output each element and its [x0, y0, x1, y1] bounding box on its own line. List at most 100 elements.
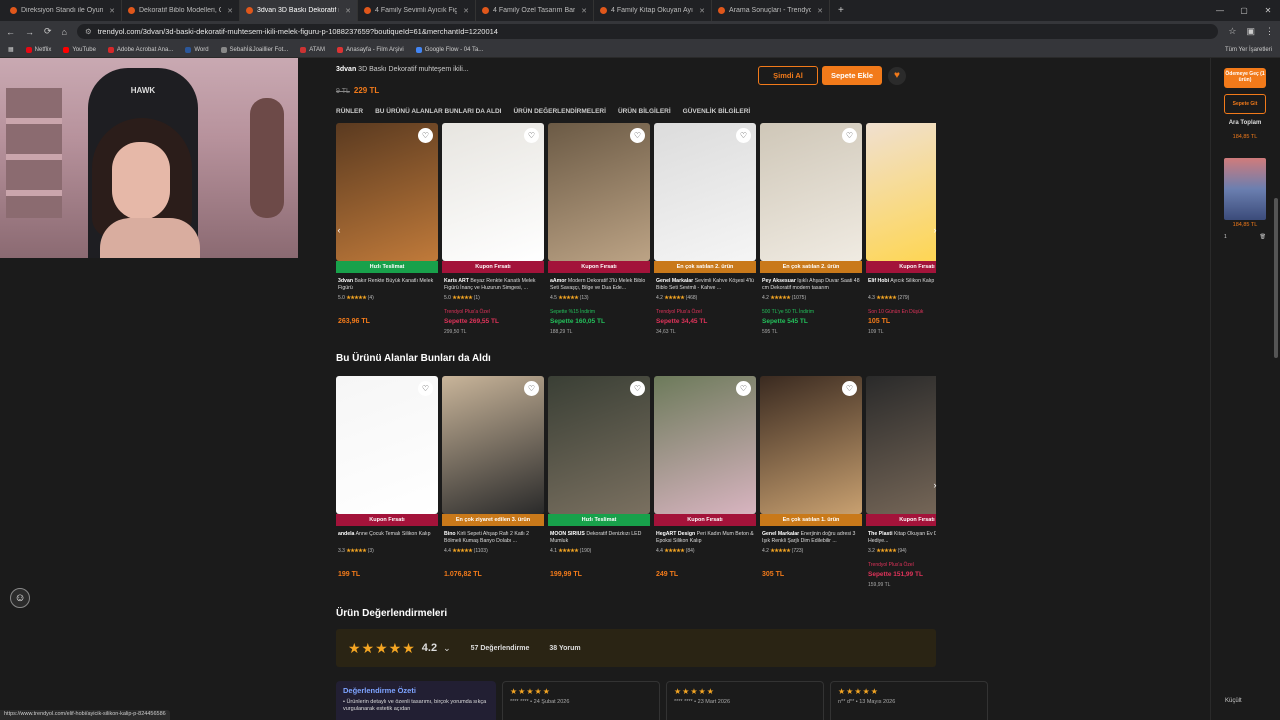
favorite-heart-icon[interactable]: ♡ — [842, 381, 857, 396]
browser-tab[interactable]: 4 Family Sevimli Ayıcık Figürü ✕ — [358, 0, 476, 21]
product-card[interactable]: ♡ Kupon Fırsatı andela Anne Çocuk Temalı S… — [336, 376, 438, 590]
tab-close-icon[interactable]: ✕ — [345, 7, 351, 15]
close-window-icon[interactable]: ✕ — [1256, 0, 1280, 21]
product-card[interactable]: ♡ Kupon Fırsatı HegART Design Peri Kadın M… — [654, 376, 756, 590]
product-image[interactable] — [866, 376, 936, 514]
forward-icon[interactable]: → — [25, 27, 34, 37]
review-card[interactable]: ★★★★★ n** d** • 13 Mayıs 2026 — [830, 681, 988, 720]
new-tab-icon[interactable]: + — [830, 5, 852, 16]
bookmark-item[interactable]: YouTube — [63, 46, 96, 53]
all-bookmarks[interactable]: Tüm Yer İşaretleri — [1225, 47, 1272, 53]
product-card[interactable]: ♡ En çok satılan 2. ürün Pey Aksesuar Işık… — [760, 123, 862, 337]
reload-icon[interactable]: ⟳ — [44, 26, 52, 37]
carousel-prev-icon[interactable]: ‹ — [332, 223, 346, 237]
product-image[interactable] — [760, 123, 862, 261]
product-card[interactable]: ♡ Hızlı Teslimat MOON SIRIUS Dekoratif Den… — [548, 376, 650, 590]
product-subtab[interactable]: RÜNLER — [336, 108, 363, 115]
product-image[interactable] — [336, 123, 438, 261]
browser-tab[interactable]: Dekoratif Biblo Modelleri, Ofis ✕ — [122, 0, 240, 21]
product-image[interactable] — [548, 376, 650, 514]
tab-close-icon[interactable]: ✕ — [109, 7, 115, 15]
tab-close-icon[interactable]: ✕ — [227, 7, 233, 15]
review-card[interactable]: ★★★★★ **** **** • 23 Mart 2026 — [666, 681, 824, 720]
browser-tab[interactable]: 4 Family Özel Tasarım Barista A ✕ — [476, 0, 594, 21]
product-subtab[interactable]: ÜRÜN DEĞERLENDİRMELERİ — [513, 108, 605, 115]
bookmark-star-icon[interactable]: ☆ — [1228, 26, 1236, 37]
bookmark-item[interactable]: Google Flow - 04 Ta... — [415, 46, 483, 53]
accessibility-icon[interactable]: ☺ — [10, 588, 30, 608]
tab-close-icon[interactable]: ✕ — [699, 7, 705, 15]
go-to-cart-button[interactable]: Sepete Git — [1224, 94, 1266, 114]
favorite-heart-icon[interactable]: ♡ — [736, 128, 751, 143]
product-subtab[interactable]: ÜRÜN BİLGİLERİ — [618, 108, 671, 115]
carousel2-next-icon[interactable]: › — [928, 478, 942, 492]
bookmark-item[interactable]: Word — [185, 46, 209, 53]
favorite-heart-icon[interactable]: ♥ — [888, 67, 906, 85]
product-image[interactable] — [654, 376, 756, 514]
bookmark-item[interactable]: Sebahİ&Joaillier Fot... — [220, 46, 288, 53]
product-card[interactable]: ♡Kupon FırsatıElif Hobi Ayıcık Silikon K… — [866, 123, 936, 337]
quantity-stepper[interactable]: 1 🗑 — [1224, 234, 1266, 244]
extensions-icon[interactable]: ▣ — [1246, 26, 1255, 37]
product-card[interactable]: ♡ Hızlı Teslimat 3dvan Bakır Renkte Büyük … — [336, 123, 438, 337]
product-image[interactable] — [654, 123, 756, 261]
menu-icon[interactable]: ⋮ — [1265, 26, 1274, 37]
apps-icon[interactable]: ▦ — [8, 46, 14, 53]
chevron-down-icon[interactable]: ⌄ — [443, 643, 451, 654]
product-subtab[interactable]: BU ÜRÜNÜ ALANLAR BUNLARI DA ALDI — [375, 108, 501, 115]
trash-icon[interactable]: 🗑 — [1260, 234, 1266, 244]
product-image[interactable] — [442, 123, 544, 261]
site-info-icon[interactable]: ⚙ — [85, 27, 92, 36]
bookmark-item[interactable]: Anasayfa - Film Arşivi — [337, 46, 404, 53]
cart-item-thumbnail[interactable] — [1224, 158, 1266, 220]
product-image[interactable] — [760, 376, 862, 514]
bookmark-item[interactable]: ATAM — [300, 46, 325, 53]
product-image[interactable] — [548, 123, 650, 261]
go-to-payment-button[interactable]: Ödemeye Geç (1 ürün) — [1224, 68, 1266, 88]
favorite-heart-icon[interactable]: ♡ — [842, 128, 857, 143]
product-card[interactable]: ♡ En çok satılan 2. ürün Genel Markalar Se… — [654, 123, 756, 337]
buy-now-button[interactable]: Şimdi Al — [758, 66, 818, 85]
favorite-heart-icon[interactable]: ♡ — [524, 128, 539, 143]
review-card[interactable]: ★★★★★ **** **** • 24 Şubat 2026 — [502, 681, 660, 720]
back-icon[interactable]: ← — [6, 27, 15, 37]
product-name: andela Anne Çocuk Temalı Silikon Kalıp — [338, 531, 436, 545]
favorite-heart-icon[interactable]: ♡ — [736, 381, 751, 396]
product-subtab[interactable]: GÜVENLİK BİLGİLERİ — [683, 108, 751, 115]
page-scrollbar[interactable] — [1272, 58, 1280, 720]
bookmark-item[interactable]: Netflix — [25, 46, 51, 53]
favorite-heart-icon[interactable]: ♡ — [524, 381, 539, 396]
tab-close-icon[interactable]: ✕ — [817, 7, 823, 15]
product-card[interactable]: ♡Kupon FırsatıThe Plasti Kitap Okuyan Ev… — [866, 376, 936, 590]
product-card[interactable]: ♡ En çok ziyaret edilen 3. ürün Bino Kirli… — [442, 376, 544, 590]
scrollbar-thumb[interactable] — [1274, 198, 1278, 358]
address-bar-row: ← → ⟳ ⌂ ⚙ trendyol.com/3dvan/3d-baski-de… — [0, 21, 1280, 42]
ratings-count[interactable]: 57 Değerlendirme — [471, 645, 530, 652]
browser-tab[interactable]: 3dvan 3D Baskı Dekoratif muh ✕ — [240, 0, 358, 21]
product-image[interactable] — [336, 376, 438, 514]
browser-tab[interactable]: Arama Sonuçları - Trendyol ✕ — [712, 0, 830, 21]
browser-tab[interactable]: Direksiyon Standı ile Oyun ✕ — [4, 0, 122, 21]
favorite-heart-icon[interactable]: ♡ — [418, 128, 433, 143]
bookmark-item[interactable]: Adobe Acrobat Ana... — [107, 46, 173, 53]
comments-count[interactable]: 38 Yorum — [549, 645, 580, 652]
favorite-heart-icon[interactable]: ♡ — [418, 381, 433, 396]
shrink-button[interactable]: Küçült — [1225, 698, 1242, 704]
carousel-next-icon[interactable]: › — [928, 223, 942, 237]
tab-close-icon[interactable]: ✕ — [581, 7, 587, 15]
home-icon[interactable]: ⌂ — [62, 27, 67, 37]
favorite-heart-icon[interactable]: ♡ — [630, 381, 645, 396]
url-field[interactable]: ⚙ trendyol.com/3dvan/3d-baski-dekoratif-… — [76, 24, 1219, 39]
product-card[interactable]: ♡ Kupon Fırsatı Karis ART Beyaz Renkte Kan… — [442, 123, 544, 337]
product-rating: 3.3 ★★★★★ (3) — [338, 548, 374, 554]
product-card[interactable]: ♡ En çok satılan 1. ürün Genel Markalar En… — [760, 376, 862, 590]
product-image[interactable] — [442, 376, 544, 514]
maximize-icon[interactable]: ▢ — [1232, 0, 1256, 21]
product-card[interactable]: ♡ Kupon Fırsatı aAmor Modern Dekoratif 3'l… — [548, 123, 650, 337]
add-to-cart-button[interactable]: Sepete Ekle — [822, 66, 882, 85]
favorite-heart-icon[interactable]: ♡ — [630, 128, 645, 143]
minimize-icon[interactable]: — — [1208, 0, 1232, 21]
browser-tab[interactable]: 4 Family Kitap Okuyan Ayıcık B ✕ — [594, 0, 712, 21]
product-image[interactable] — [866, 123, 936, 261]
tab-close-icon[interactable]: ✕ — [463, 7, 469, 15]
